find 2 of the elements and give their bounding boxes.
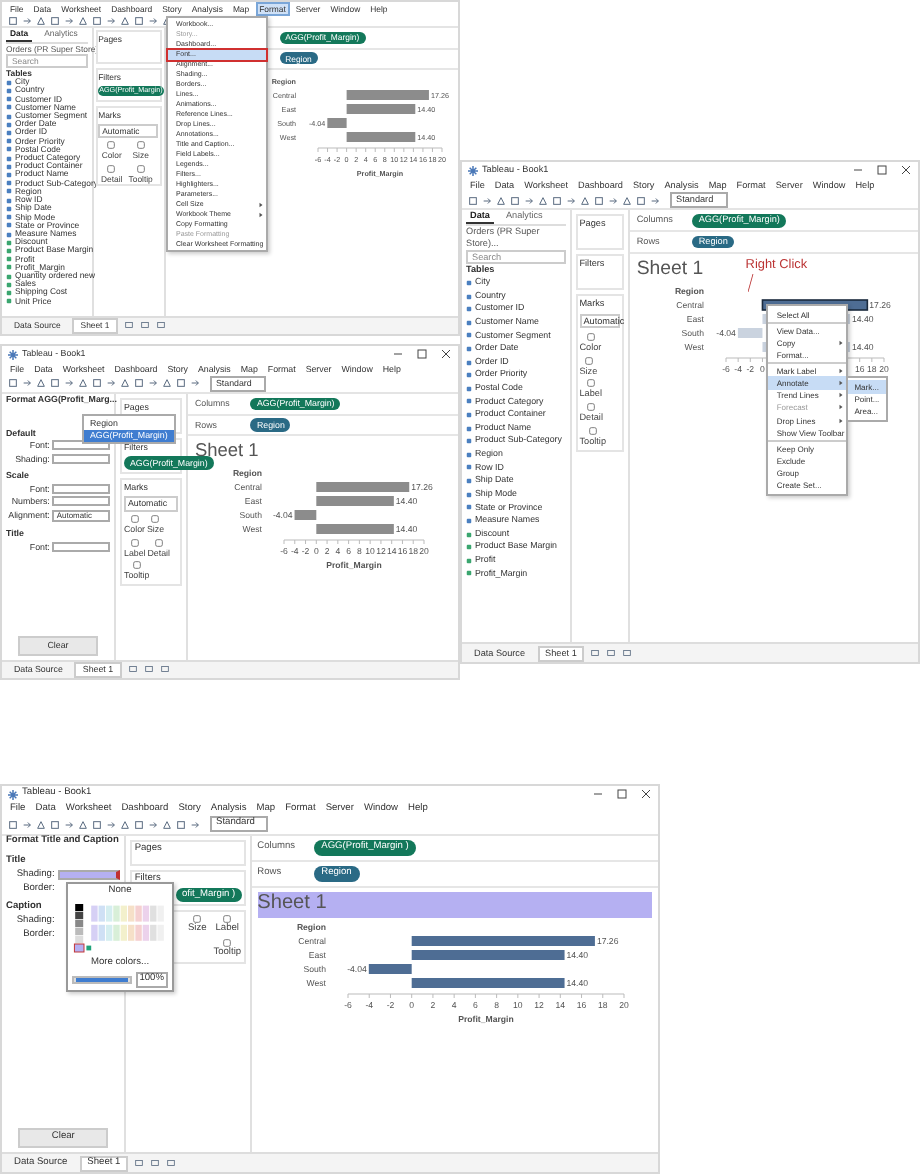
sheet-title: Sheet 1	[636, 257, 704, 282]
sheet-title: Sheet 1	[257, 891, 652, 918]
